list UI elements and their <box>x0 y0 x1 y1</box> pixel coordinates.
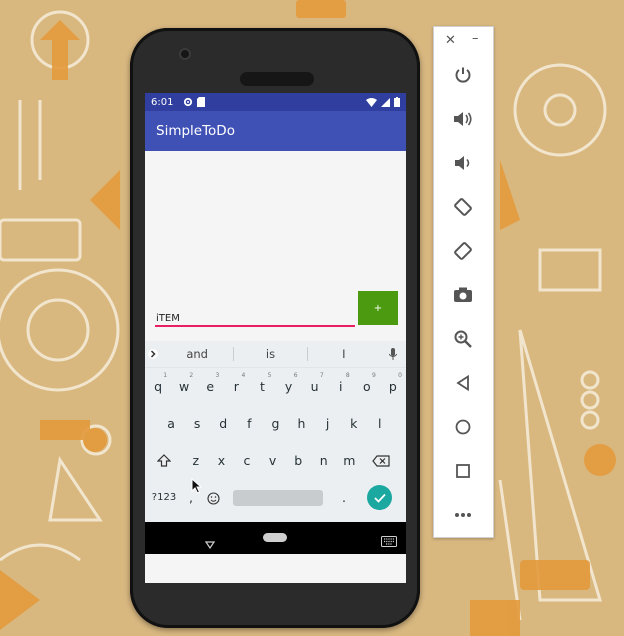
back-icon[interactable] <box>448 368 478 398</box>
key-v[interactable]: v <box>260 446 286 476</box>
rotate-right-icon[interactable] <box>448 236 478 266</box>
shift-key[interactable] <box>145 446 183 476</box>
key-k[interactable]: k <box>341 409 367 439</box>
key-a[interactable]: a <box>158 409 184 439</box>
volume-down-icon[interactable] <box>448 148 478 178</box>
home-icon[interactable] <box>448 412 478 442</box>
close-icon[interactable]: ✕ <box>445 33 456 48</box>
mouse-cursor-icon <box>191 477 203 498</box>
enter-key[interactable] <box>367 485 392 510</box>
nav-back-icon[interactable] <box>204 534 216 553</box>
item-input-container <box>155 301 355 327</box>
phone-device: 6:01 SimpleToDo + <box>130 28 420 628</box>
more-options-icon[interactable] <box>448 500 478 530</box>
keyboard-switch-icon[interactable] <box>381 532 397 551</box>
key-m[interactable]: m <box>337 446 363 476</box>
settings-icon <box>183 97 193 107</box>
key-h[interactable]: h <box>288 409 314 439</box>
key-q[interactable]: q1 <box>145 372 171 402</box>
signal-icon <box>381 97 390 107</box>
volume-up-icon[interactable] <box>448 104 478 134</box>
overview-icon[interactable] <box>448 456 478 486</box>
sd-card-icon <box>197 97 206 107</box>
backspace-key[interactable] <box>362 446 400 476</box>
symbols-key[interactable]: ?123 <box>145 483 183 513</box>
minimize-icon[interactable]: – <box>472 31 479 46</box>
space-key[interactable] <box>233 489 323 506</box>
key-j[interactable]: j <box>315 409 341 439</box>
status-bar: 6:01 <box>145 93 406 111</box>
shift-icon <box>156 454 172 467</box>
key-l[interactable]: l <box>367 409 393 439</box>
key-s[interactable]: s <box>184 409 210 439</box>
key-x[interactable]: x <box>209 446 235 476</box>
soft-keyboard: and is I q1 w2 e3 r4 t5 y6 u7 i8 o9 p0 a… <box>145 341 406 522</box>
key-y[interactable]: y6 <box>275 372 301 402</box>
key-p[interactable]: p0 <box>380 372 406 402</box>
key-r[interactable]: r4 <box>223 372 249 402</box>
emoji-icon <box>206 491 220 505</box>
emoji-key[interactable] <box>199 483 227 513</box>
wifi-icon <box>366 97 377 107</box>
key-d[interactable]: d <box>210 409 236 439</box>
app-bar: SimpleToDo <box>145 111 406 151</box>
key-o[interactable]: o9 <box>354 372 380 402</box>
key-e[interactable]: e3 <box>197 372 223 402</box>
status-time: 6:01 <box>151 96 174 108</box>
nav-home-icon[interactable] <box>263 533 287 542</box>
chevron-right-icon[interactable] <box>145 347 161 361</box>
key-u[interactable]: u7 <box>302 372 328 402</box>
key-g[interactable]: g <box>262 409 288 439</box>
todo-list-area: + <box>145 151 406 341</box>
suggestion-item[interactable]: and <box>161 347 233 361</box>
key-t[interactable]: t5 <box>249 372 275 402</box>
key-z[interactable]: z <box>183 446 209 476</box>
microphone-icon[interactable] <box>380 348 406 360</box>
add-item-button[interactable]: + <box>358 291 398 325</box>
suggestion-item[interactable]: I <box>308 347 380 361</box>
keyboard-row-2: a s d f g h j k l <box>145 405 406 442</box>
front-camera <box>179 48 191 60</box>
period-key[interactable]: . <box>329 483 359 513</box>
key-b[interactable]: b <box>285 446 311 476</box>
key-i[interactable]: i8 <box>328 372 354 402</box>
zoom-icon[interactable] <box>448 324 478 354</box>
keyboard-row-4: ?123 , . <box>145 479 406 516</box>
key-f[interactable]: f <box>236 409 262 439</box>
new-item-input[interactable] <box>155 301 355 327</box>
keyboard-row-3: z x c v b n m <box>145 442 406 479</box>
keyboard-row-1: q1 w2 e3 r4 t5 y6 u7 i8 o9 p0 <box>145 368 406 405</box>
backspace-icon <box>372 455 390 467</box>
navigation-bar <box>145 522 406 554</box>
suggestion-strip: and is I <box>145 341 406 368</box>
suggestion-item[interactable]: is <box>234 347 306 361</box>
rotate-left-icon[interactable] <box>448 192 478 222</box>
key-w[interactable]: w2 <box>171 372 197 402</box>
power-icon[interactable] <box>448 60 478 90</box>
check-icon <box>373 493 386 503</box>
key-c[interactable]: c <box>234 446 260 476</box>
app-title: SimpleToDo <box>156 123 235 139</box>
phone-speaker <box>240 72 314 86</box>
phone-screen: 6:01 SimpleToDo + <box>145 93 406 583</box>
emulator-toolbar: ✕ – <box>433 26 494 538</box>
battery-icon <box>394 97 400 107</box>
camera-icon[interactable] <box>448 280 478 310</box>
key-n[interactable]: n <box>311 446 337 476</box>
